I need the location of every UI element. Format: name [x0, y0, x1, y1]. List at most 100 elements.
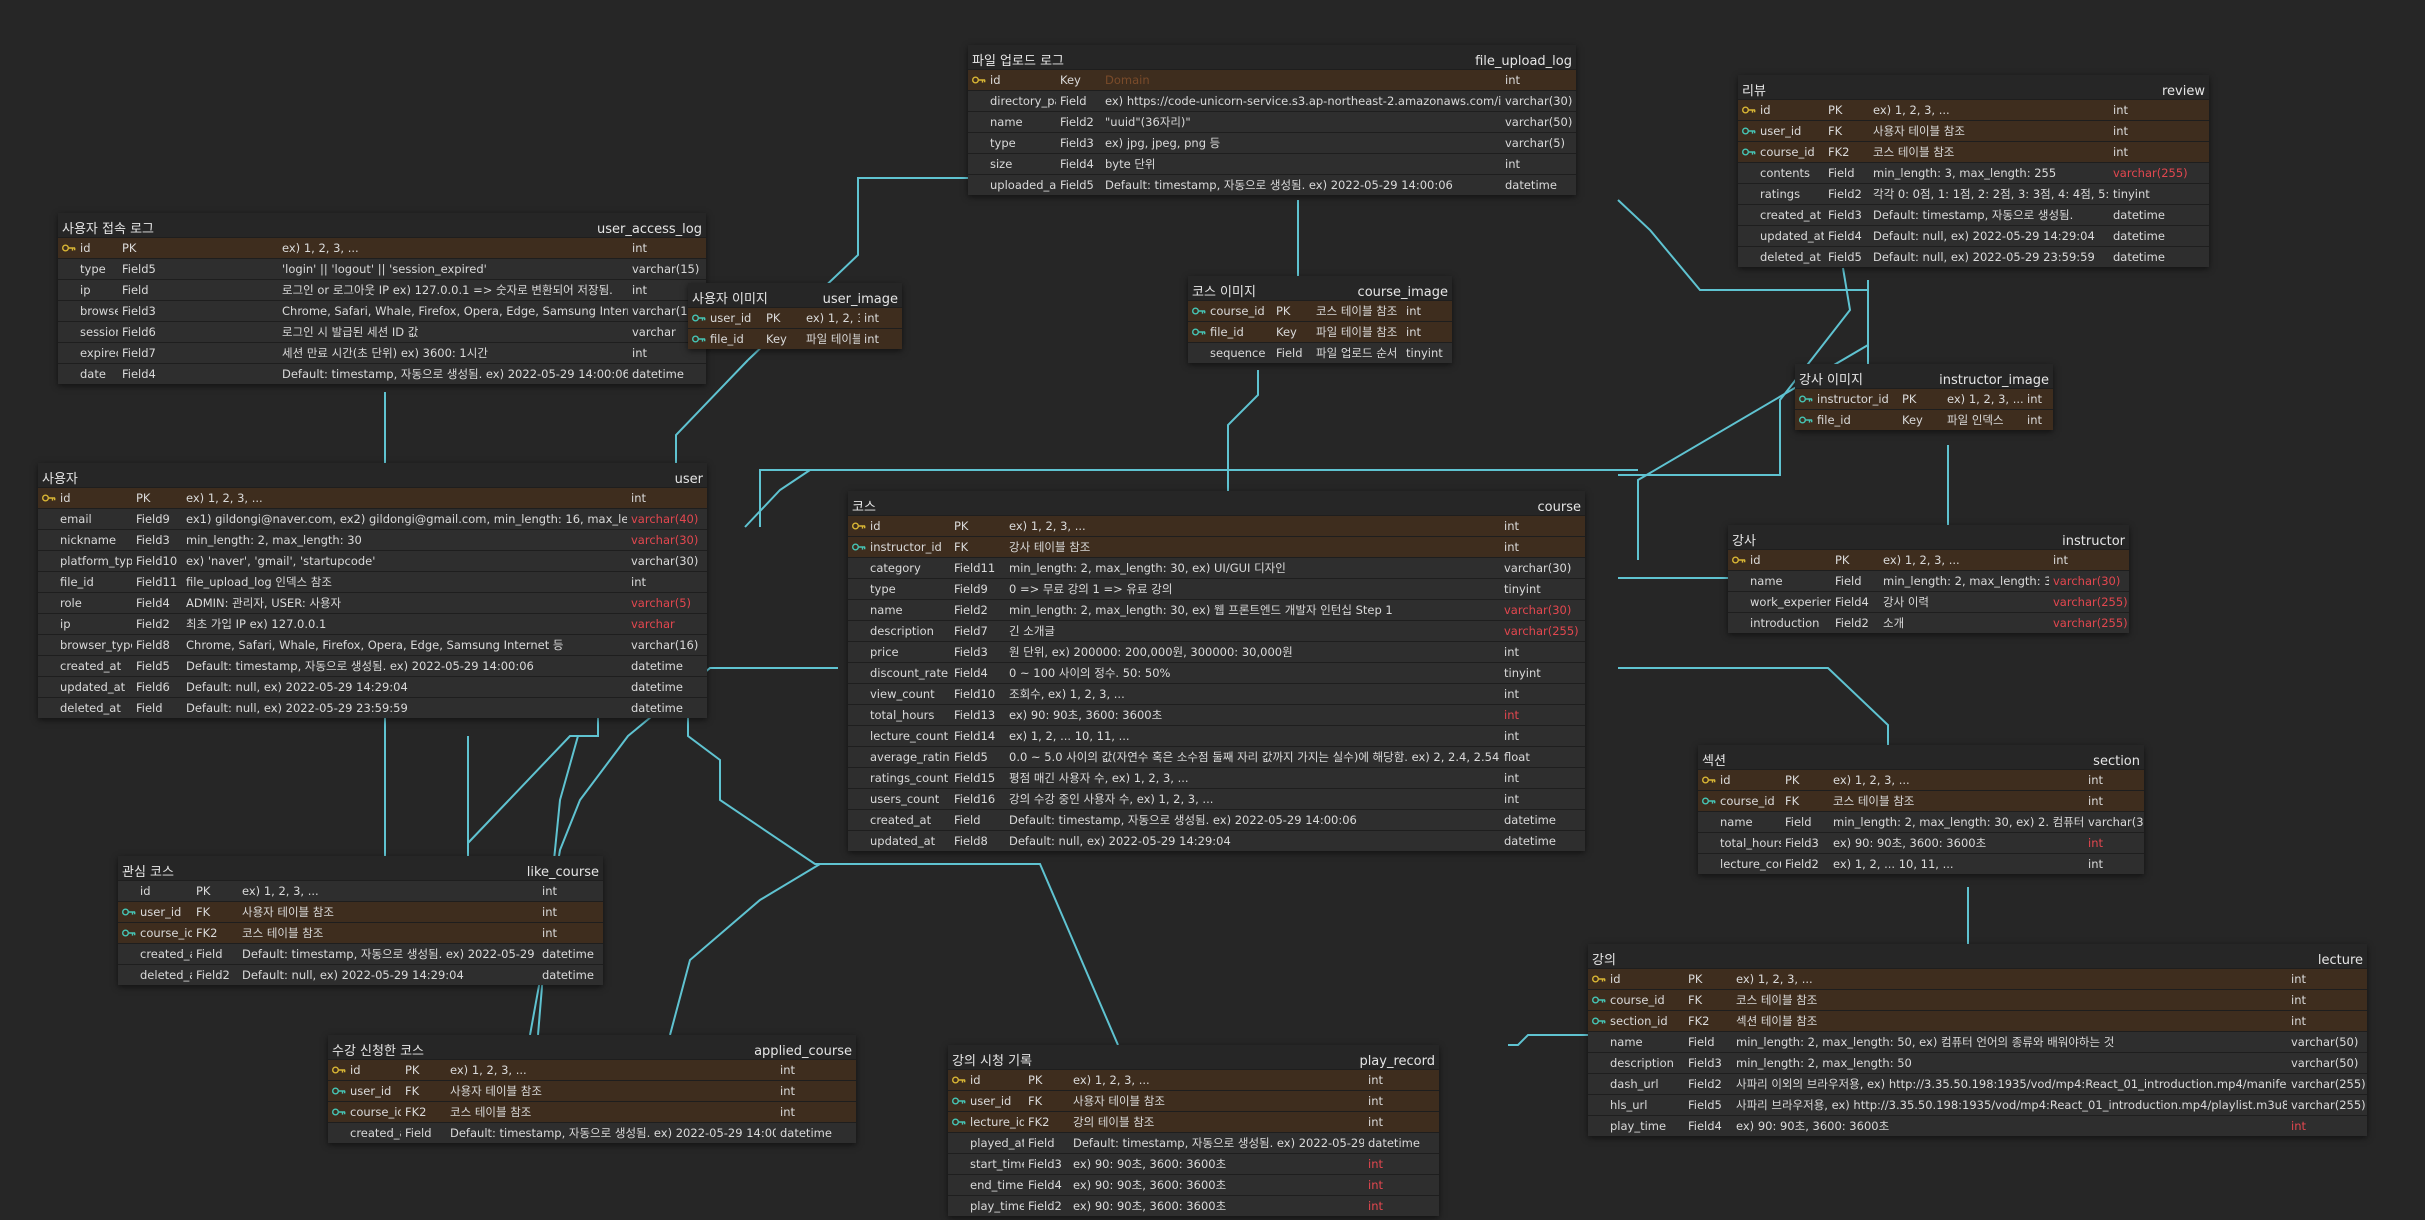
table-row[interactable]: contents Field min_length: 3, max_length: …	[1738, 162, 2209, 183]
table-row[interactable]: user_id PK ex) 1, 2, 3, ... int	[688, 307, 902, 328]
table-row[interactable]: total_hours Field13 ex) 90: 90초, 3600: 360…	[848, 704, 1585, 725]
table-row[interactable]: view_count Field10 조회수, ex) 1, 2, 3, ... in…	[848, 683, 1585, 704]
table-row[interactable]: created_at Field5 Default: timestamp, 자동으로…	[38, 655, 707, 676]
table-row[interactable]: id PK ex) 1, 2, 3, ... int	[328, 1059, 856, 1080]
table-row[interactable]: deleted_at Field2 Default: null, ex) 2022-…	[118, 964, 603, 985]
table-row[interactable]: platform_type Field10 ex) 'naver', 'gmail'…	[38, 550, 707, 571]
table-row[interactable]: browser_type Field3 Chrome, Safari, Whale,…	[58, 300, 706, 321]
table-row[interactable]: hls_url Field5 사파리 브라우저용, ex) http://3.35.…	[1588, 1094, 2367, 1115]
table-row[interactable]: played_at Field Default: timestamp, 자동으로 생…	[948, 1132, 1439, 1153]
table-row[interactable]: id PK ex) 1, 2, 3, ... int	[1698, 769, 2144, 790]
table-row[interactable]: introduction Field2 소개 varchar(255)	[1728, 612, 2129, 633]
table-row[interactable]: price Field3 원 단위, ex) 200000: 200,000원, 3…	[848, 641, 1585, 662]
table-row[interactable]: average_ratings Field5 0.0 ~ 5.0 사이의 값(자연수…	[848, 746, 1585, 767]
table-course-image[interactable]: 코스 이미지 course_image course_id PK 코스 테이블 참조 in…	[1188, 276, 1452, 363]
table-user-access-log[interactable]: 사용자 접속 로그 user_access_log id PK ex) 1, 2, 3,…	[58, 213, 706, 384]
table-section[interactable]: 섹션 section id PK ex) 1, 2, 3, ... int course_i…	[1698, 745, 2144, 874]
table-row[interactable]: created_at Field Default: timestamp, 자동으로 …	[848, 809, 1585, 830]
table-row[interactable]: id PK ex) 1, 2, 3, ... int	[118, 880, 603, 901]
table-row[interactable]: id PK ex) 1, 2, 3, ... int	[1588, 968, 2367, 989]
table-row[interactable]: id PK ex) 1, 2, 3, ... int	[1738, 99, 2209, 120]
table-row[interactable]: course_id FK2 코스 테이블 참조 int	[118, 922, 603, 943]
table-row[interactable]: end_time Field4 ex) 90: 90초, 3600: 3600초 in…	[948, 1174, 1439, 1195]
table-row[interactable]: name Field min_length: 2, max_length: 30, …	[1698, 811, 2144, 832]
table-row[interactable]: lecture_id FK2 강의 테이블 참조 int	[948, 1111, 1439, 1132]
table-row[interactable]: id PK ex) 1, 2, 3, ... int	[848, 515, 1585, 536]
table-row[interactable]: play_time Field4 ex) 90: 90초, 3600: 3600초 i…	[1588, 1115, 2367, 1136]
table-row[interactable]: description Field3 min_length: 2, max_leng…	[1588, 1052, 2367, 1073]
table-row[interactable]: email Field9 ex1) gildongi@naver.com, ex2)…	[38, 508, 707, 529]
table-row[interactable]: updated_at Field6 Default: null, ex) 2022-…	[38, 676, 707, 697]
table-row[interactable]: session_idField6로그인 시 발급된 세션 ID 값varchar	[58, 321, 706, 342]
table-row[interactable]: user_id FK 사용자 테이블 참조 int	[1738, 120, 2209, 141]
table-row[interactable]: file_id Key 파일 테이블 참조 int	[688, 328, 902, 349]
table-row[interactable]: lecture_count Field14 ex) 1, 2, ... 10, 11…	[848, 725, 1585, 746]
table-row[interactable]: name Field2 "uuid"(36자리)" varchar(50)	[968, 111, 1576, 132]
table-row[interactable]: created_at Field Default: timestamp, 자동으로 …	[328, 1122, 856, 1143]
table-row[interactable]: file_id Key 파일 테이블 참조 int	[1188, 321, 1452, 342]
table-row[interactable]: user_id FK 사용자 테이블 참조 int	[118, 901, 603, 922]
table-row[interactable]: sequence Field 파일 업로드 순서 tinyint	[1188, 342, 1452, 363]
table-row[interactable]: date Field4 Default: timestamp, 자동으로 생성됨. …	[58, 363, 706, 384]
table-row[interactable]: file_id Key 파일 인덱스 int	[1795, 409, 2053, 430]
table-row[interactable]: name Field2 min_length: 2, max_length: 30,…	[848, 599, 1585, 620]
table-row[interactable]: course_id FK2 코스 테이블 참조 int	[1738, 141, 2209, 162]
table-lecture[interactable]: 강의 lecture id PK ex) 1, 2, 3, ... int course_i…	[1588, 944, 2367, 1136]
table-row[interactable]: course_id PK 코스 테이블 참조 int	[1188, 300, 1452, 321]
table-row[interactable]: instructor_id PK ex) 1, 2, 3, ... int	[1795, 388, 2053, 409]
table-row[interactable]: type Field3 ex) jpg, jpeg, png 등 varchar(5)	[968, 132, 1576, 153]
table-row[interactable]: total_hours Field3 ex) 90: 90초, 3600: 3600…	[1698, 832, 2144, 853]
table-instructor[interactable]: 강사 instructor id PK ex) 1, 2, 3, ... int name F…	[1728, 525, 2129, 633]
table-row[interactable]: user_id FK 사용자 테이블 참조 int	[328, 1080, 856, 1101]
table-row[interactable]: users_count Field16 강의 수강 중인 사용자 수, ex) 1,…	[848, 788, 1585, 809]
table-row[interactable]: course_id FK2 코스 테이블 참조 int	[328, 1101, 856, 1122]
table-row[interactable]: id PK ex) 1, 2, 3, ... int	[58, 237, 706, 258]
table-row[interactable]: start_time Field3 ex) 90: 90초, 3600: 3600초…	[948, 1153, 1439, 1174]
table-review[interactable]: 리뷰 review id PK ex) 1, 2, 3, ... int user_id FK…	[1738, 75, 2209, 267]
table-row[interactable]: deleted_at Field Default: null, ex) 2022-0…	[38, 697, 707, 718]
table-instructor-image[interactable]: 강사 이미지 instructor_image instructor_id PK ex)…	[1795, 364, 2053, 430]
table-row[interactable]: section_id FK2 섹션 테이블 참조 int	[1588, 1010, 2367, 1031]
table-row[interactable]: id PK ex) 1, 2, 3, ... int	[38, 487, 707, 508]
table-row[interactable]: updated_at Field8 Default: null, ex) 2022-…	[848, 830, 1585, 851]
table-row[interactable]: ratings_count Field15 평점 매긴 사용자 수, ex) 1, …	[848, 767, 1585, 788]
table-applied-course[interactable]: 수강 신청한 코스 applied_course id PK ex) 1, 2, 3, …	[328, 1035, 856, 1143]
table-row[interactable]: play_time Field2 ex) 90: 90초, 3600: 3600초 i…	[948, 1195, 1439, 1216]
table-row[interactable]: id PK ex) 1, 2, 3, ... int	[1728, 549, 2129, 570]
table-row[interactable]: user_id FK 사용자 테이블 참조 int	[948, 1090, 1439, 1111]
table-row[interactable]: role Field4 ADMIN: 관리자, USER: 사용자 varchar(5…	[38, 592, 707, 613]
table-row[interactable]: browser_type Field8 Chrome, Safari, Whale,…	[38, 634, 707, 655]
table-play-record[interactable]: 강의 시청 기록 play_record id PK ex) 1, 2, 3, ... i…	[948, 1045, 1439, 1216]
table-row[interactable]: size Field4 byte 단위 int	[968, 153, 1576, 174]
table-file-upload-log[interactable]: 파일 업로드 로그 file_upload_log id Key Domain int di…	[968, 45, 1576, 195]
table-row[interactable]: ip Field 로그인 or 로그아웃 IP ex) 127.0.0.1 => 숫…	[58, 279, 706, 300]
table-row[interactable]: description Field7 긴 소개글 varchar(255)	[848, 620, 1585, 641]
table-row[interactable]: deleted_at Field5 Default: null, ex) 2022-…	[1738, 246, 2209, 267]
table-row[interactable]: discount_rate Field4 0 ~ 100 사이의 정수. 50: 5…	[848, 662, 1585, 683]
table-row[interactable]: lecture_count Field2 ex) 1, 2, ... 10, 11,…	[1698, 853, 2144, 874]
table-row[interactable]: course_id FK 코스 테이블 참조 int	[1698, 790, 2144, 811]
table-row[interactable]: id Key Domain int	[968, 69, 1576, 90]
table-row[interactable]: file_id Field11 file_upload_log 인덱스 참조 int	[38, 571, 707, 592]
table-row[interactable]: directory_path Field ex) https://code-unic…	[968, 90, 1576, 111]
table-row[interactable]: updated_at Field4 Default: null, ex) 2022-…	[1738, 225, 2209, 246]
table-row[interactable]: work_experience Field4 강사 이력 varchar(255)	[1728, 591, 2129, 612]
table-row[interactable]: uploaded_at Field5 Default: timestamp, 자동으…	[968, 174, 1576, 195]
table-row[interactable]: course_id FK 코스 테이블 참조 int	[1588, 989, 2367, 1010]
table-row[interactable]: nickname Field3 min_length: 2, max_length:…	[38, 529, 707, 550]
table-row[interactable]: created_at Field3 Default: timestamp, 자동으로…	[1738, 204, 2209, 225]
table-row[interactable]: expired_at Field7 세션 만료 시간(초 단위) ex) 3600:…	[58, 342, 706, 363]
table-row[interactable]: name Field min_length: 2, max_length: 50, …	[1588, 1031, 2367, 1052]
table-row[interactable]: type Field9 0 => 무료 강의 1 => 유료 강의 tinyint	[848, 578, 1585, 599]
table-user[interactable]: 사용자 user id PK ex) 1, 2, 3, ... int email Field…	[38, 463, 707, 718]
table-row[interactable]: instructor_id FK 강사 테이블 참조 int	[848, 536, 1585, 557]
table-row[interactable]: ratings Field2 각각 0: 0점, 1: 1점, 2: 2점, 3: …	[1738, 183, 2209, 204]
table-like-course[interactable]: 관심 코스 like_course id PK ex) 1, 2, 3, ... int u…	[118, 856, 603, 985]
table-row[interactable]: category Field11 min_length: 2, max_length…	[848, 557, 1585, 578]
table-row[interactable]: ip Field2 최초 가입 IP ex) 127.0.0.1 varchar	[38, 613, 707, 634]
table-user-image[interactable]: 사용자 이미지 user_image user_id PK ex) 1, 2, 3, .…	[688, 283, 902, 349]
table-row[interactable]: created_at Field Default: timestamp, 자동으로 …	[118, 943, 603, 964]
table-row[interactable]: dash_url Field2 사파리 이외의 브라우저용, ex) http://…	[1588, 1073, 2367, 1094]
table-row[interactable]: type Field5 'login' || 'logout' || 'sessio…	[58, 258, 706, 279]
table-course[interactable]: 코스 course id PK ex) 1, 2, 3, ... int instructo…	[848, 491, 1585, 851]
